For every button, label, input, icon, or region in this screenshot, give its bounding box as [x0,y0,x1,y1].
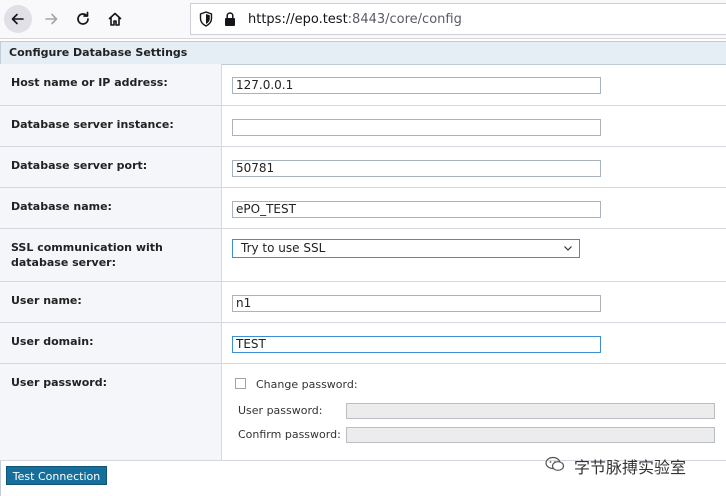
user-password-label: User password: [238,404,323,417]
username-label: User name: [0,282,222,322]
address-bar[interactable]: https://epo.test:8443/core/config [190,3,726,35]
change-password-checkbox[interactable] [235,378,246,389]
forward-button[interactable] [37,5,65,33]
forward-arrow-icon [45,13,58,25]
host-label: Host name or IP address: [0,64,222,105]
url-path: :8443/core/config [347,12,462,27]
home-button[interactable] [101,5,129,33]
host-row: Host name or IP address: 127.0.0.1 [0,64,726,106]
reload-button[interactable] [69,5,97,33]
home-icon [108,12,122,26]
domain-row: User domain: TEST [0,323,726,364]
domain-label: User domain: [0,323,222,363]
reload-icon [77,11,89,25]
username-input[interactable]: n1 [232,295,601,312]
dbname-label: Database name: [0,188,222,228]
ssl-select[interactable]: Try to use SSL [232,239,580,258]
wechat-logo-icon [545,456,565,471]
host-input[interactable]: 127.0.0.1 [232,77,601,94]
confirm-password-field [346,427,715,443]
chevron-down-icon [564,246,572,251]
url-text: https://epo.test:8443/core/config [248,12,462,27]
port-row: Database server port: 50781 [0,147,726,188]
dbname-row: Database name: ePO_TEST [0,188,726,229]
user-password-field [346,403,715,419]
change-password-label: Change password: [256,378,358,391]
domain-input[interactable]: TEST [232,336,601,353]
lock-icon[interactable] [224,11,236,27]
port-label: Database server port: [0,147,222,187]
instance-input[interactable] [232,119,601,136]
ssl-selected-value: Try to use SSL [241,241,326,255]
username-row: User name: n1 [0,282,726,323]
instance-label: Database server instance: [0,106,222,146]
dbname-input[interactable]: ePO_TEST [232,201,601,218]
ssl-row: SSL communication with database server: … [0,229,726,282]
ssl-label: SSL communication with database server: [0,229,222,281]
panel-title: Configure Database Settings [1,41,726,65]
test-connection-button[interactable]: Test Connection [6,466,107,485]
confirm-password-label: Confirm password: [238,428,341,441]
back-arrow-icon [11,13,24,25]
watermark-text: 字节脉搏实验室 [574,458,687,477]
password-label: User password: [0,364,222,460]
back-button[interactable] [4,5,32,33]
password-row: User password: Change password: User pas… [0,364,726,461]
port-input[interactable]: 50781 [232,160,601,177]
browser-toolbar: https://epo.test:8443/core/config [0,0,726,39]
shield-icon[interactable] [199,11,213,27]
url-host: https://epo.test [248,12,348,27]
instance-row: Database server instance: [0,106,726,147]
